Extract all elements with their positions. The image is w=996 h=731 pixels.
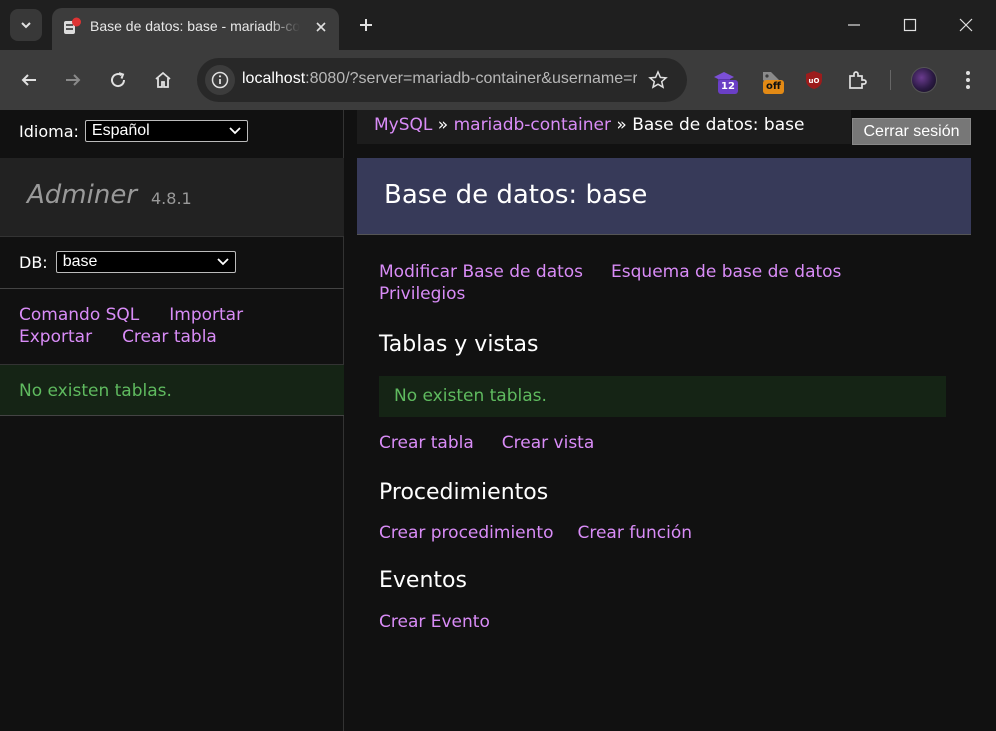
address-bar[interactable]: localhost:8080/?server=mariadb-container… <box>197 58 687 102</box>
create-table-link[interactable]: Crear tabla <box>379 433 474 453</box>
profile-avatar[interactable] <box>911 67 937 93</box>
ublock-extension-button[interactable]: uO <box>800 66 828 94</box>
url-path: :8080/?server=mariadb-container&username… <box>305 70 637 87</box>
browser-toolbar: localhost:8080/?server=mariadb-container… <box>0 50 996 110</box>
adminer-brand: Adminer 4.8.1 <box>0 158 344 237</box>
maximize-button[interactable] <box>882 0 938 50</box>
tab-close-button[interactable] <box>311 17 331 37</box>
browser-menu-button[interactable] <box>958 67 978 93</box>
database-schema-link[interactable]: Esquema de base de datos <box>611 262 841 282</box>
sidebar-divider <box>0 288 344 289</box>
sidebar: Idioma: Español Adminer 4.8.1 DB: base C… <box>0 110 344 731</box>
sidebar-no-tables-text: No existen tablas. <box>19 381 172 401</box>
extension-orange-button[interactable]: off <box>757 66 785 94</box>
adminer-logo-link[interactable]: Adminer <box>27 180 137 210</box>
breadcrumb: MySQL » mariadb-container » Base de dato… <box>357 110 851 144</box>
bookmark-star-button[interactable] <box>647 69 669 91</box>
no-tables-text: No existen tablas. <box>394 386 547 406</box>
home-button[interactable] <box>146 63 180 97</box>
logout-button[interactable]: Cerrar sesión <box>852 118 971 145</box>
minimize-button[interactable] <box>826 0 882 50</box>
site-info-button[interactable] <box>205 65 235 95</box>
page-title: Base de datos: base <box>384 180 648 210</box>
export-link[interactable]: Exportar <box>19 327 92 347</box>
adminer-favicon-icon <box>64 17 81 34</box>
plus-icon <box>360 19 372 31</box>
minimize-icon <box>848 24 860 26</box>
database-links: Modificar Base de datos Esquema de base d… <box>379 261 869 305</box>
chevron-down-icon <box>21 22 31 29</box>
reload-icon <box>111 72 126 88</box>
sidebar-create-table-link[interactable]: Crear tabla <box>122 327 217 347</box>
procedures-heading: Procedimientos <box>379 480 549 505</box>
create-view-link[interactable]: Crear vista <box>502 433 594 453</box>
url-host: localhost <box>242 70 306 87</box>
adminer-version: 4.8.1 <box>151 189 192 208</box>
extension-badge-12: 12 <box>718 80 738 94</box>
database-selector: DB: base <box>19 251 236 273</box>
extension-badge-off: off <box>763 80 784 94</box>
breadcrumb-separator: » <box>616 115 627 135</box>
reload-button[interactable] <box>101 63 135 97</box>
create-function-link[interactable]: Crear función <box>577 523 692 543</box>
breadcrumb-server-link[interactable]: mariadb-container <box>454 115 611 135</box>
procedure-links: Crear procedimiento Crear función <box>379 522 720 544</box>
create-procedure-link[interactable]: Crear procedimiento <box>379 523 553 543</box>
language-select[interactable]: Español <box>84 120 248 142</box>
back-button[interactable] <box>12 63 46 97</box>
language-selector: Idioma: Español <box>19 120 248 142</box>
create-event-link[interactable]: Crear Evento <box>379 612 490 632</box>
breadcrumb-current: Base de datos: base <box>632 115 805 135</box>
language-label: Idioma: <box>19 121 79 141</box>
page-heading: Base de datos: base <box>357 158 971 235</box>
new-tab-button[interactable] <box>354 13 378 37</box>
tables-heading: Tablas y vistas <box>379 332 539 357</box>
tables-message: No existen tablas. <box>379 376 946 417</box>
window-close-button[interactable] <box>938 0 994 50</box>
svg-text:uO: uO <box>809 77 820 85</box>
db-select[interactable]: base <box>55 251 236 273</box>
events-heading: Eventos <box>379 568 467 593</box>
language-value: Español <box>91 122 150 139</box>
adminer-page: Idioma: Español Adminer 4.8.1 DB: base C… <box>0 110 996 731</box>
arrow-left-icon <box>21 74 36 86</box>
breadcrumb-separator: » <box>437 115 449 135</box>
forward-button[interactable] <box>56 63 90 97</box>
import-link[interactable]: Importar <box>169 305 243 325</box>
table-links: Crear tabla Crear vista <box>379 432 622 454</box>
close-icon <box>316 22 326 32</box>
ublock-shield-icon: uO <box>806 71 822 89</box>
privileges-link[interactable]: Privilegios <box>379 284 465 304</box>
info-icon <box>211 71 229 89</box>
sidebar-message: No existen tablas. <box>0 364 344 416</box>
db-value: base <box>62 253 98 270</box>
extensions-menu-button[interactable] <box>843 66 871 94</box>
sidebar-links: Comando SQL Importar Exportar Crear tabla <box>19 304 319 348</box>
browser-tab-active[interactable]: Base de datos: base - mariadb-container … <box>52 8 339 50</box>
chevron-down-icon <box>217 258 229 266</box>
tab-title: Base de datos: base - mariadb-container … <box>90 18 300 34</box>
more-vertical-icon <box>966 71 970 89</box>
event-links: Crear Evento <box>379 611 518 633</box>
puzzle-icon <box>849 71 867 89</box>
sql-command-link[interactable]: Comando SQL <box>19 305 139 325</box>
url-text[interactable]: localhost:8080/?server=mariadb-container… <box>242 70 637 88</box>
home-icon <box>155 71 171 88</box>
maximize-icon <box>903 18 917 32</box>
star-icon <box>648 70 668 89</box>
browser-tab-bar: Base de datos: base - mariadb-container … <box>0 0 996 50</box>
chevron-down-icon <box>229 127 241 135</box>
alter-database-link[interactable]: Modificar Base de datos <box>379 262 583 282</box>
toolbar-divider <box>890 70 891 90</box>
db-label: DB: <box>19 252 48 272</box>
extension-purple-button[interactable]: 12 <box>710 66 738 94</box>
arrow-right-icon <box>66 74 81 86</box>
close-icon <box>959 18 973 32</box>
breadcrumb-mysql-link[interactable]: MySQL <box>374 115 432 135</box>
tab-search-button[interactable] <box>10 9 42 41</box>
